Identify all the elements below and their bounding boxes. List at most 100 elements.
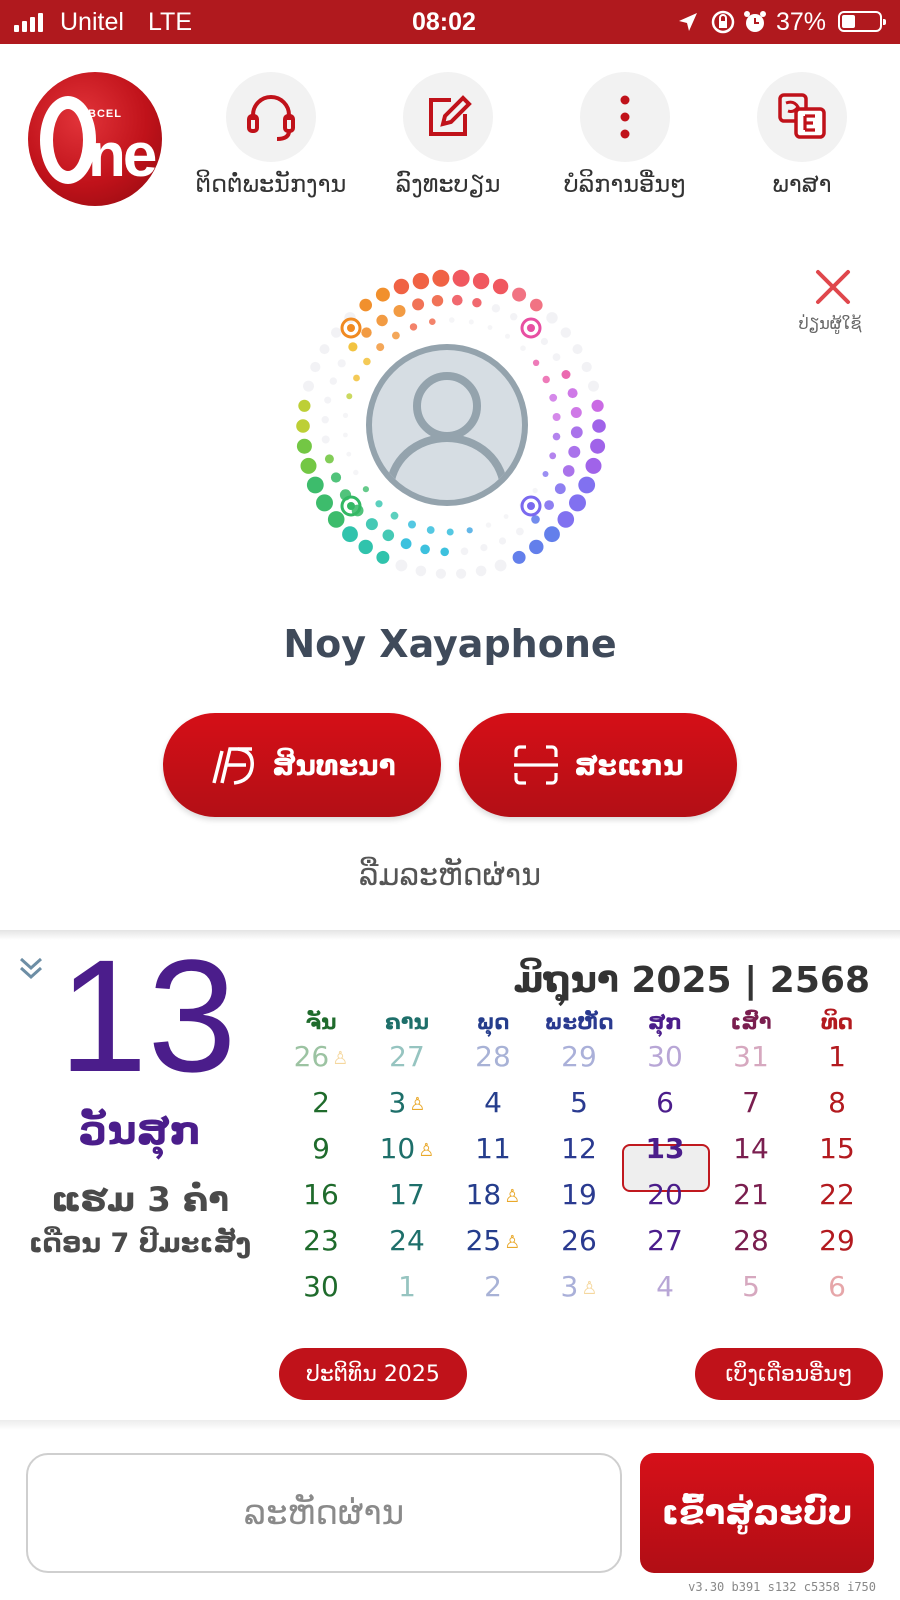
calendar-day-number: 11: [475, 1132, 511, 1165]
ring-dot: [316, 494, 333, 512]
buddhist-day-icon: ♙: [418, 1139, 435, 1161]
language-icon: [778, 93, 826, 139]
scan-button[interactable]: ສະແກນ: [459, 713, 737, 817]
ring-dot: [452, 269, 470, 287]
forgot-password-link[interactable]: ລືມລະຫັດຜ່ານ: [0, 858, 900, 893]
ring-dot: [319, 344, 330, 355]
ring-dot: [446, 528, 454, 536]
user-silhouette-icon: [386, 372, 508, 491]
calendar-day[interactable]: 1: [794, 1040, 880, 1080]
calendar-day-number: 13: [645, 1132, 685, 1165]
calendar-day[interactable]: 28: [450, 1040, 536, 1080]
calendar-day[interactable]: 15: [794, 1132, 880, 1172]
calendar-day[interactable]: 20: [622, 1178, 708, 1218]
calendar-day-number: 30: [647, 1040, 683, 1073]
ring-dot: [362, 486, 369, 493]
password-input[interactable]: ລະຫັດຜ່ານ: [26, 1453, 622, 1573]
login-button[interactable]: ເຂົ້າສູ່ລະບົບ: [640, 1453, 874, 1573]
ring-dot: [432, 269, 450, 287]
calendar-day[interactable]: 17: [364, 1178, 450, 1218]
calendar-day[interactable]: 19: [536, 1178, 622, 1218]
calendar-day[interactable]: 16: [278, 1178, 364, 1218]
ring-dot: [329, 377, 337, 385]
calendar-day[interactable]: 7: [708, 1086, 794, 1126]
calendar-day[interactable]: 6: [622, 1086, 708, 1126]
ring-dot: [375, 500, 383, 508]
ring-dot: [492, 278, 509, 295]
calendar-day[interactable]: 31: [708, 1040, 794, 1080]
ring-dot: [512, 550, 526, 564]
calendar-day[interactable]: 10 ♙: [364, 1132, 450, 1172]
ring-dot: [358, 539, 373, 555]
year-calendar-button[interactable]: ປະຕິທິນ 2025: [279, 1348, 467, 1400]
calendar-day-number: 23: [303, 1224, 339, 1257]
ring-dot: [392, 331, 400, 340]
calendar-day[interactable]: 3 ♙: [364, 1086, 450, 1126]
calendar-day[interactable]: 5: [536, 1086, 622, 1126]
calendar-day[interactable]: 30: [622, 1040, 708, 1080]
calendar-day[interactable]: 8: [794, 1086, 880, 1126]
calendar-day-number: 27: [647, 1224, 683, 1257]
language-button[interactable]: ພາສາ: [717, 72, 887, 198]
alarm-icon: [744, 11, 766, 32]
selected-day-number: 13: [58, 926, 237, 1105]
ring-dot: [300, 457, 317, 474]
calendar-day[interactable]: 27: [622, 1224, 708, 1264]
ring-dot: [429, 318, 436, 325]
calendar-day[interactable]: 18 ♙: [450, 1178, 536, 1218]
calendar-day[interactable]: 2: [278, 1086, 364, 1126]
ring-dot: [544, 526, 560, 543]
ring-dot: [505, 333, 510, 339]
ring-dot: [298, 399, 311, 412]
register-button[interactable]: ລົງທະບຽນ: [363, 72, 533, 198]
calendar-day[interactable]: 26: [536, 1224, 622, 1264]
other-services-button[interactable]: ບໍລິການອື່ນໆ: [540, 72, 710, 198]
calendar-day[interactable]: 29: [794, 1224, 880, 1264]
calendar-day[interactable]: 4: [450, 1086, 536, 1126]
ring-dot: [393, 278, 410, 295]
calendar-day[interactable]: 24: [364, 1224, 450, 1264]
calendar-day[interactable]: 23: [278, 1224, 364, 1264]
logo-text: ne: [88, 121, 157, 190]
ring-dot: [557, 511, 575, 528]
calendar-day[interactable]: 14: [708, 1132, 794, 1172]
avatar[interactable]: [366, 344, 528, 506]
calendar-day-number: 29: [819, 1224, 855, 1257]
ring-dot: [412, 272, 430, 290]
calendar-day-today[interactable]: 13: [622, 1132, 708, 1172]
change-user-label[interactable]: ປ່ຽນຜູ້ໃຊ້: [790, 314, 870, 333]
ring-dot: [390, 511, 399, 520]
calendar-day[interactable]: 25 ♙: [450, 1224, 536, 1264]
calendar-day[interactable]: 3 ♙: [536, 1270, 622, 1310]
promo-label: ສິນທະນາ: [272, 748, 396, 782]
calendar-day[interactable]: 30: [278, 1270, 364, 1310]
ring-dot: [303, 380, 314, 392]
contact-staff-button[interactable]: ຕິດຕໍ່ພະນັກງານ: [186, 72, 356, 198]
calendar-day[interactable]: 11: [450, 1132, 536, 1172]
calendar-day[interactable]: 5: [708, 1270, 794, 1310]
calendar-day[interactable]: 1: [364, 1270, 450, 1310]
calendar-day[interactable]: 26 ♙: [278, 1040, 364, 1080]
calendar-day[interactable]: 27: [364, 1040, 450, 1080]
weekday-header: ທິດ: [820, 1010, 854, 1034]
version-label: v3.30 b391 s132 c5358 i750: [688, 1580, 876, 1594]
calendar-day[interactable]: 2: [450, 1270, 536, 1310]
calendar-day[interactable]: 6: [794, 1270, 880, 1310]
promo-button[interactable]: ສິນທະນາ: [163, 713, 441, 817]
other-months-button[interactable]: ເບິ່ງເດືອນອື່ນໆ: [695, 1348, 883, 1400]
buddhist-day-icon: ♙: [504, 1185, 521, 1207]
ring-dot: [376, 314, 388, 327]
calendar-day[interactable]: 22: [794, 1178, 880, 1218]
calendar-day-number: 4: [484, 1086, 502, 1119]
calendar-day[interactable]: 12: [536, 1132, 622, 1172]
calendar-day[interactable]: 4: [622, 1270, 708, 1310]
chevron-double-down-icon[interactable]: [16, 954, 46, 984]
buddhist-day-icon: ♙: [409, 1093, 426, 1115]
calendar-day[interactable]: 28: [708, 1224, 794, 1264]
calendar-day[interactable]: 29: [536, 1040, 622, 1080]
calendar-day-number: 5: [742, 1270, 760, 1303]
calendar-day[interactable]: 9: [278, 1132, 364, 1172]
close-icon[interactable]: [810, 266, 858, 310]
calendar-day[interactable]: 21: [708, 1178, 794, 1218]
ring-dot: [376, 550, 390, 564]
